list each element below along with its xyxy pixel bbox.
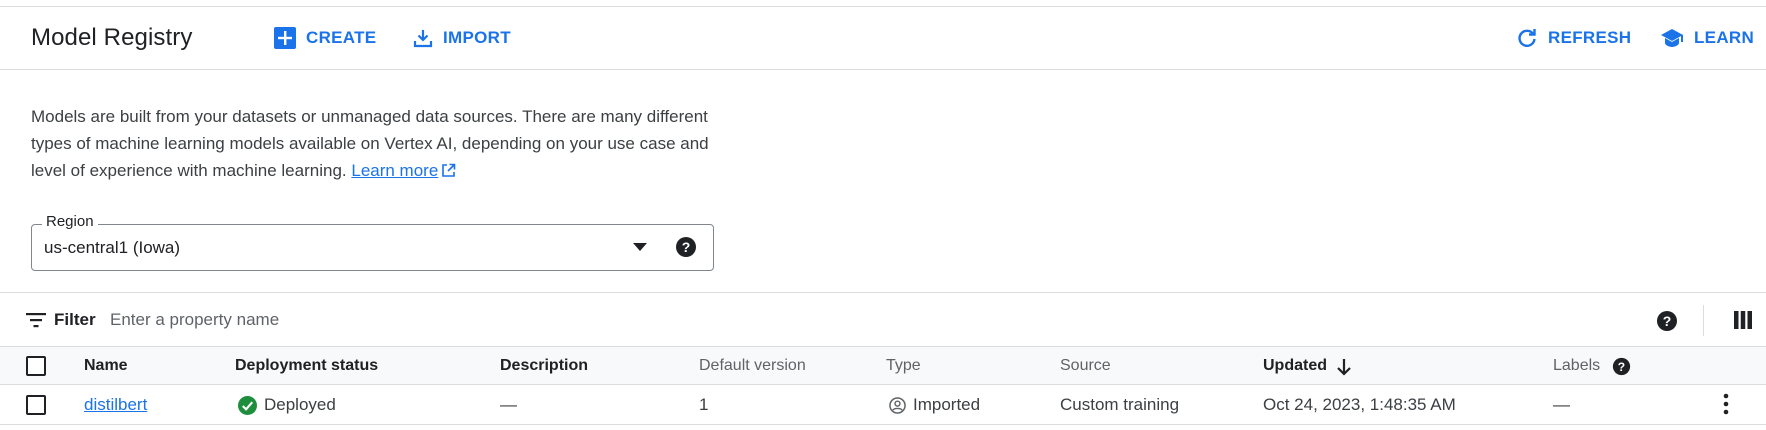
region-value: us-central1 (Iowa) [44,238,181,257]
column-header-deployment-status[interactable]: Deployment status [235,357,378,375]
select-all-checkbox[interactable] [26,356,46,376]
column-header-source[interactable]: Source [1060,357,1111,375]
view-column-icon[interactable] [1734,311,1752,329]
create-button[interactable]: CREATE [274,25,376,51]
table-row: distilbert Deployed — 1 Imported Custom … [0,385,1766,425]
import-button[interactable]: IMPORT [413,25,511,51]
learn-more-link[interactable]: Learn more [351,161,438,180]
help-icon[interactable]: ? [1656,310,1678,332]
deployment-status-cell: Deployed [238,395,336,415]
open-in-new-icon[interactable] [441,163,456,178]
filter-list-icon[interactable] [26,312,46,328]
page-header: Model Registry CREATE IMPORT REFRESH LEA… [0,7,1766,70]
check-circle-icon [238,395,257,415]
refresh-button[interactable]: REFRESH [1516,25,1631,51]
add-box-icon [274,27,296,49]
learn-more-link-label: Learn more [351,161,439,180]
type-text: Imported [913,395,981,414]
intro-text: Models are built from your datasets or u… [31,103,731,184]
download-icon [413,30,433,48]
svg-text:?: ? [1618,360,1625,374]
help-icon[interactable]: ? [675,236,697,258]
filter-bar: Filter ? [0,292,1766,347]
learn-button-label: LEARN [1694,28,1755,47]
column-header-name[interactable]: Name [84,357,128,375]
arrow-downward-icon[interactable] [1336,358,1352,376]
create-button-label: CREATE [306,28,377,47]
description-cell: — [500,395,517,414]
source-cell: Custom training [1060,395,1180,414]
column-header-labels[interactable]: Labels [1553,357,1600,375]
refresh-icon [1518,29,1536,47]
more-vert-icon[interactable] [1716,393,1736,415]
arrow-drop-down-icon[interactable] [633,243,647,251]
filter-label: Filter [54,310,96,329]
learn-button[interactable]: LEARN [1660,25,1754,51]
column-header-type[interactable]: Type [886,357,921,375]
school-icon [1661,29,1683,47]
deployment-status-text: Deployed [264,395,336,414]
import-button-label: IMPORT [443,28,511,47]
page-title: Model Registry [31,24,193,51]
model-name-link[interactable]: distilbert [84,395,147,414]
toolbar-divider [1703,305,1704,336]
region-label: Region [42,213,98,230]
region-select[interactable]: Region us-central1 (Iowa) ? [31,213,714,271]
svg-text:?: ? [1663,313,1672,329]
column-header-description[interactable]: Description [500,357,588,375]
account-circle-icon [889,396,906,414]
filter-input[interactable] [110,306,1510,334]
svg-text:?: ? [682,239,691,255]
updated-cell: Oct 24, 2023, 1:48:35 AM [1263,395,1456,414]
help-icon[interactable]: ? [1612,357,1631,376]
labels-cell: — [1553,395,1570,414]
refresh-button-label: REFRESH [1548,28,1632,47]
default-version-cell: 1 [699,395,709,414]
column-header-default-version[interactable]: Default version [699,357,806,375]
row-checkbox[interactable] [26,395,46,415]
table-header: Name Deployment status Description Defau… [0,347,1766,385]
column-header-updated[interactable]: Updated [1263,357,1327,375]
model-name-cell: distilbert [84,395,147,415]
type-cell: Imported [889,395,980,415]
